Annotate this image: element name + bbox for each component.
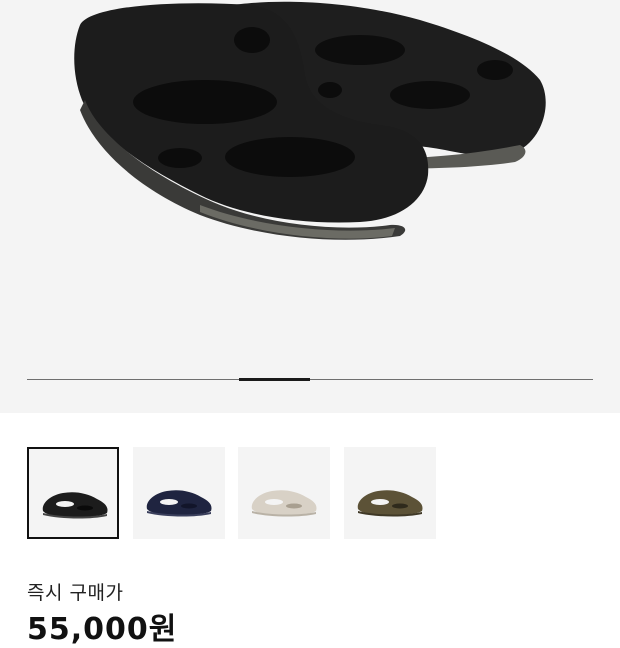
product-image <box>74 1 546 240</box>
sandal-navy-icon <box>146 490 212 517</box>
sandal-black-icon <box>42 492 108 519</box>
price-value: 55,000원 <box>27 612 178 647</box>
thumbnail-beige[interactable] <box>238 447 330 539</box>
thumbnail-olive[interactable] <box>344 447 436 539</box>
thumbnail-navy[interactable] <box>133 447 225 539</box>
thumbnail-black[interactable] <box>27 447 119 539</box>
sandal-beige-icon <box>251 490 317 517</box>
product-image-carousel[interactable] <box>0 0 620 413</box>
carousel-progress-track <box>27 379 593 380</box>
sandal-olive-icon <box>357 490 423 517</box>
price-label: 즉시 구매가 <box>27 582 124 604</box>
carousel-progress-indicator[interactable] <box>239 378 310 381</box>
